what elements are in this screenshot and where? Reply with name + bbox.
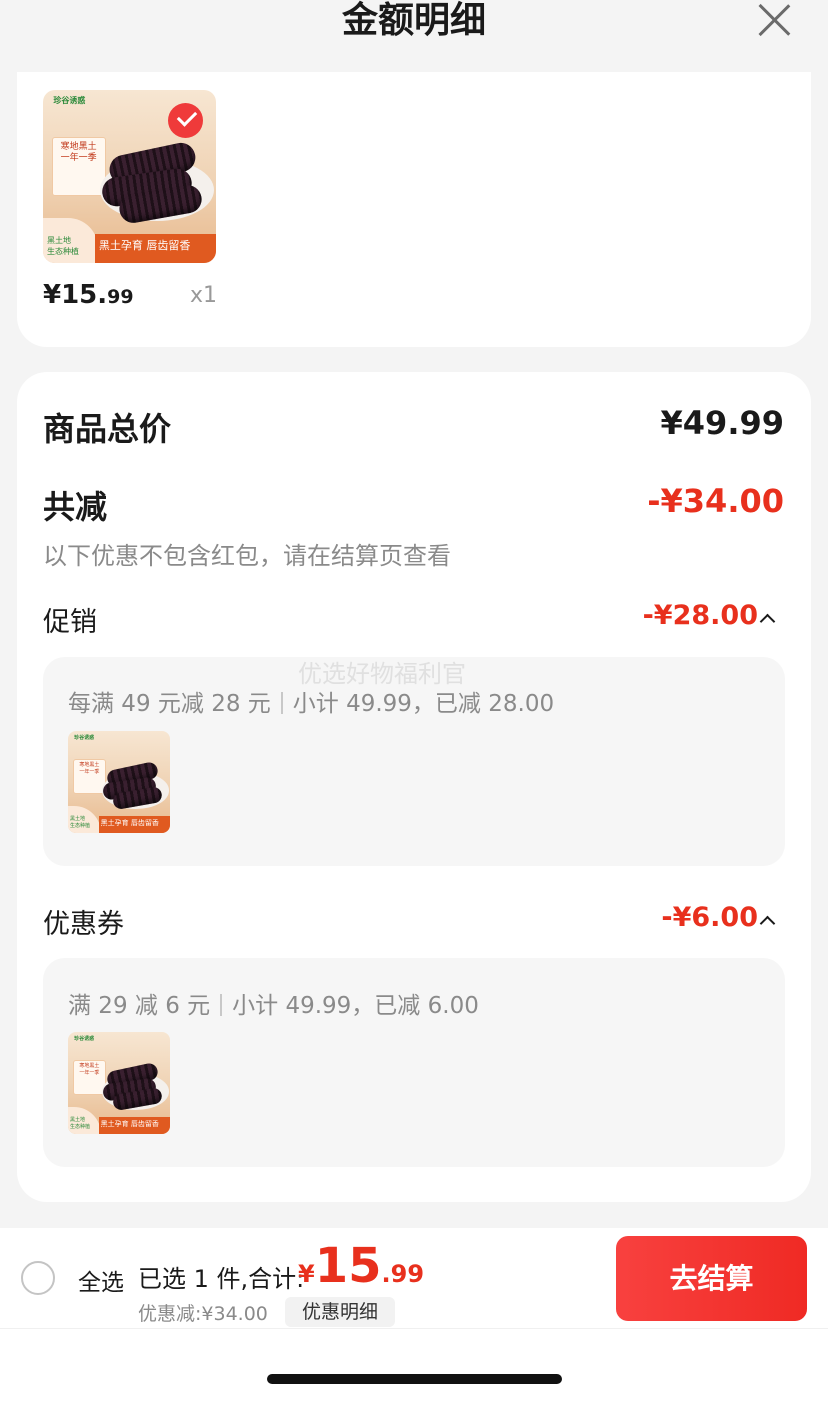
coupon-value[interactable]: -¥6.00 [661,902,758,933]
promotion-label: 促销 [43,607,97,638]
divider [220,994,223,1016]
coupon-label: 优惠券 [43,909,124,940]
close-icon[interactable] [756,2,792,38]
total-price-value: ¥49.99 [660,404,784,442]
divider [280,692,283,714]
brand-logo-text: 珍谷诱惑 [53,96,86,106]
promotion-product-thumb[interactable]: 珍谷诱惑 寒地黑土 一年一季 黑土地 生态种植 黑土孕育 唇齿留香 [68,731,170,833]
total-reduced-value: -¥34.00 [647,482,784,520]
item-quantity: x1 [190,283,218,308]
header: 金额明细 [0,0,828,60]
promotion-value[interactable]: -¥28.00 [643,600,758,631]
total-reduced-label: 共减 [43,488,108,526]
coupon-detail-text: 满 29 减 6 元小计 49.99，已减 6.00 [68,993,479,1019]
home-indicator[interactable] [267,1374,562,1384]
discount-note: 以下优惠不包含红包，请在结算页查看 [43,542,451,570]
green-corner: 黑土地 生态种植 [43,218,99,263]
promotion-detail-text: 每满 49 元减 28 元小计 49.99，已减 28.00 [68,691,555,717]
discount-amount: 优惠减:¥34.00 [138,1303,268,1325]
select-all-label[interactable]: 全选 [78,1263,124,1297]
select-all-radio[interactable] [21,1261,55,1295]
total-amount: ¥15.99 [298,1238,425,1294]
coupon-product-thumb[interactable]: 珍谷诱惑 寒地黑土 一年一季 黑土地 生态种植 黑土孕育 唇齿留香 [68,1032,170,1134]
selected-check-icon[interactable] [168,103,203,138]
page-title: 金额明细 [341,0,486,41]
item-price: ¥15.99 [43,280,134,310]
total-price-label: 商品总价 [43,410,172,448]
discount-detail-button[interactable]: 优惠明细 [285,1297,395,1327]
home-indicator-area [0,1328,828,1403]
watermark: 优选好物福利官 [298,660,466,688]
checkout-button[interactable]: 去结算 [616,1236,807,1321]
product-banner: 黑土孕育 唇齿留香 [94,233,216,263]
selected-summary: 已选 1 件,合计: [138,1265,305,1293]
product-tag: 寒地黑土 一年一季 [51,136,106,196]
